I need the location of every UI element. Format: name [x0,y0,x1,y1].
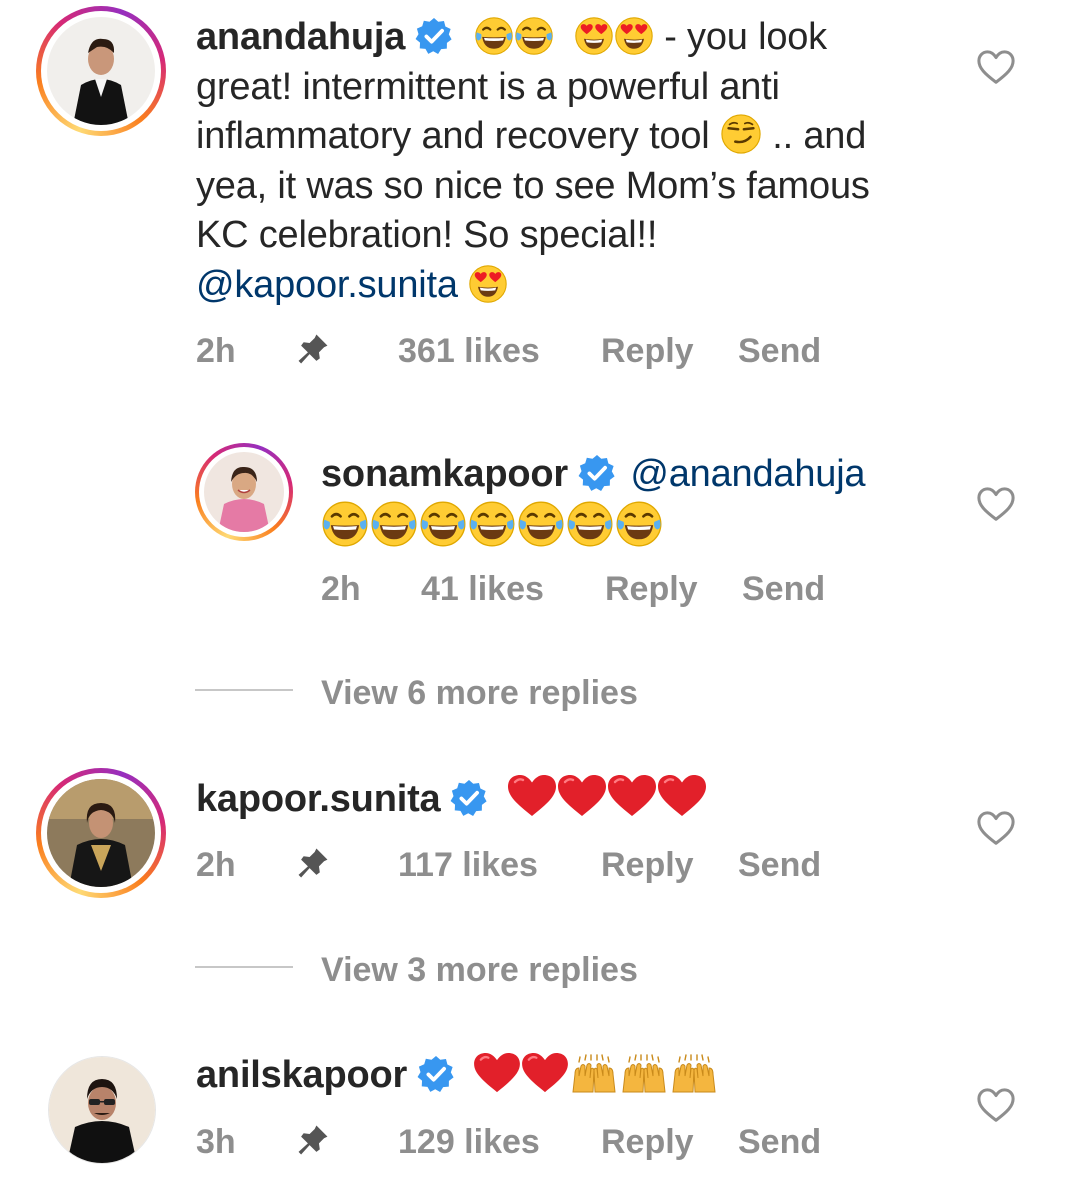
raising-hands-emoji [569,1054,619,1094]
tears-of-joy-emoji [566,500,614,548]
avatar-anandahuja[interactable] [36,6,166,136]
heart-eyes-emoji [468,264,508,304]
tears-of-joy-emoji [615,500,663,548]
raising-hands-emoji [669,1054,719,1094]
replies-divider [195,966,293,968]
reply-body: sonamkapoor @anandahuja [321,450,941,554]
like-heart-icon[interactable] [977,486,1015,524]
avatar-photo [47,17,155,125]
likes-count[interactable]: 361 likes [398,332,540,371]
pin-icon [296,332,330,366]
tears-of-joy-emoji [474,16,514,56]
red-heart-emoji [657,774,707,818]
send-button[interactable]: Send [738,1123,821,1162]
smirk-emoji [720,113,762,155]
verified-badge-icon [417,1055,455,1093]
comment-actions: 2h 117 likes Reply Send [196,846,896,886]
tears-of-joy-emoji [514,16,554,56]
tears-of-joy-emoji [468,500,516,548]
view-more-replies-button[interactable]: View 6 more replies [321,674,638,713]
avatar-photo [204,452,284,532]
like-heart-icon[interactable] [977,49,1015,87]
username[interactable]: kapoor.sunita [196,778,441,820]
heart-eyes-emoji [574,16,614,56]
red-heart-emoji [557,774,607,818]
username[interactable]: sonamkapoor [321,453,568,495]
red-heart-emoji [473,1052,521,1094]
pin-icon [296,846,330,880]
send-button[interactable]: Send [742,570,825,609]
like-heart-icon[interactable] [977,1087,1015,1125]
tears-of-joy-emoji [370,500,418,548]
avatar-kapoor-sunita[interactable] [36,768,166,898]
timestamp: 2h [321,570,361,608]
mention-link[interactable]: @kapoor.sunita [196,264,458,306]
red-heart-emoji [607,774,657,818]
mention-link[interactable]: @anandahuja [630,453,865,495]
likes-count[interactable]: 41 likes [421,570,544,609]
tears-of-joy-emoji [321,500,369,548]
avatar-photo [47,779,155,887]
pin-icon [296,1123,330,1157]
verified-badge-icon [415,17,453,55]
comment-body: anilskapoor [196,1051,896,1101]
reply-button[interactable]: Reply [605,570,698,609]
comment-actions: 3h 129 likes Reply Send [196,1123,896,1163]
reply-button[interactable]: Reply [601,1123,694,1162]
like-heart-icon[interactable] [977,810,1015,848]
reply-button[interactable]: Reply [601,846,694,885]
send-button[interactable]: Send [738,332,821,371]
comment-text: .. [772,115,793,157]
emoji-row [503,778,707,820]
verified-badge-icon [450,779,488,817]
username[interactable]: anandahuja [196,16,405,58]
username[interactable]: anilskapoor [196,1054,407,1096]
avatar-anilskapoor[interactable] [48,1056,156,1164]
view-more-replies-button[interactable]: View 3 more replies [321,951,638,990]
verified-badge-icon [578,454,616,492]
replies-divider [195,689,293,691]
comment-actions: 2h 361 likes Reply Send [196,332,896,372]
comment-body: kapoor.sunita [196,774,896,825]
emoji-row [321,508,663,550]
emoji-row [469,1054,719,1096]
timestamp: 2h [196,846,236,884]
avatar-photo [49,1057,155,1163]
red-heart-emoji [507,774,557,818]
tears-of-joy-emoji [419,500,467,548]
timestamp: 3h [196,1123,236,1161]
likes-count[interactable]: 117 likes [398,846,538,885]
likes-count[interactable]: 129 likes [398,1123,540,1162]
comment-body: anandahuja - you look great! intermitten… [196,13,896,310]
timestamp: 2h [196,332,236,370]
red-heart-emoji [521,1052,569,1094]
reply-actions: 2h 41 likes Reply Send [321,570,921,610]
send-button[interactable]: Send [738,846,821,885]
heart-eyes-emoji [614,16,654,56]
reply-button[interactable]: Reply [601,332,694,371]
raising-hands-emoji [619,1054,669,1094]
avatar-sonamkapoor[interactable] [195,443,293,541]
tears-of-joy-emoji [517,500,565,548]
